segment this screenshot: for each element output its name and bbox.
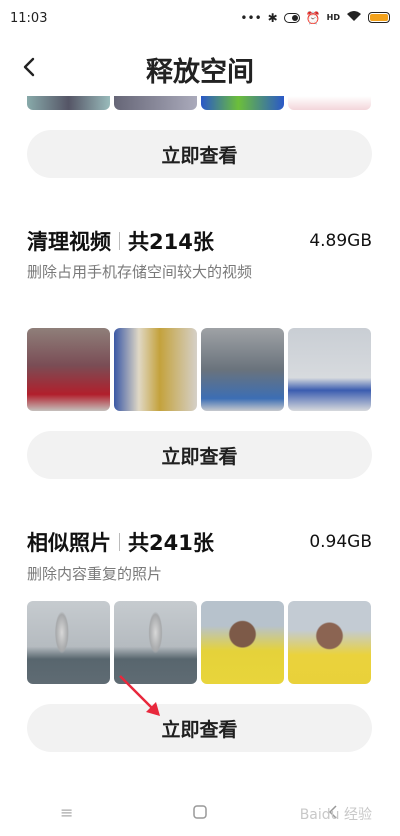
annotation-arrow [119,675,160,716]
video-size: 4.89GB [309,231,372,251]
view-now-button-video[interactable]: 立即查看 [27,431,372,479]
battery-icon [368,12,390,23]
video-thumbnail[interactable] [288,328,371,411]
bluetooth-icon: ✱ [267,10,278,25]
photo-thumbnail[interactable] [288,601,371,684]
top-thumbnails [27,96,371,110]
divider [119,533,120,551]
similar-description: 删除内容重复的照片 [27,565,163,583]
similar-count: 共241张 [128,531,214,555]
view-now-button-top[interactable]: 立即查看 [27,130,372,178]
watermark: Baidu 经验 [299,807,372,823]
home-icon[interactable] [190,802,210,822]
view-now-button-similar[interactable]: 立即查看 [27,704,372,752]
header: 释放空间 [0,40,400,96]
divider [119,232,120,250]
photo-thumbnail[interactable] [114,601,197,684]
video-count: 共214张 [128,230,214,254]
similar-section-title: 相似照片 共241张 [27,527,214,557]
similar-thumbnails [27,601,371,684]
status-icons: ••• ✱ ⏰ HD [240,10,390,25]
video-thumbnail[interactable] [201,328,284,411]
video-section-title: 清理视频 共214张 [27,226,214,256]
toggle-icon [283,12,300,23]
video-description: 删除占用手机存储空间较大的视频 [27,263,253,281]
dots-icon: ••• [240,10,262,25]
status-bar: 11:03 ••• ✱ ⏰ HD [0,0,400,40]
thumbnail[interactable] [288,96,371,110]
thumbnail[interactable] [114,96,197,110]
video-thumbnail[interactable] [114,328,197,411]
similar-title: 相似照片 [27,531,111,555]
page-title: 释放空间 [146,57,254,88]
menu-icon[interactable]: ≡ [57,802,77,822]
similar-size: 0.94GB [309,532,372,552]
wifi-icon [346,10,362,25]
photo-thumbnail[interactable] [27,601,110,684]
thumbnail[interactable] [27,96,110,110]
video-thumbnails [27,328,371,411]
hd-icon: HD [326,13,340,22]
video-thumbnail[interactable] [27,328,110,411]
video-title: 清理视频 [27,230,111,254]
thumbnail[interactable] [201,96,284,110]
alarm-icon: ⏰ [305,10,321,25]
photo-thumbnail[interactable] [201,601,284,684]
status-time: 11:03 [10,11,48,26]
